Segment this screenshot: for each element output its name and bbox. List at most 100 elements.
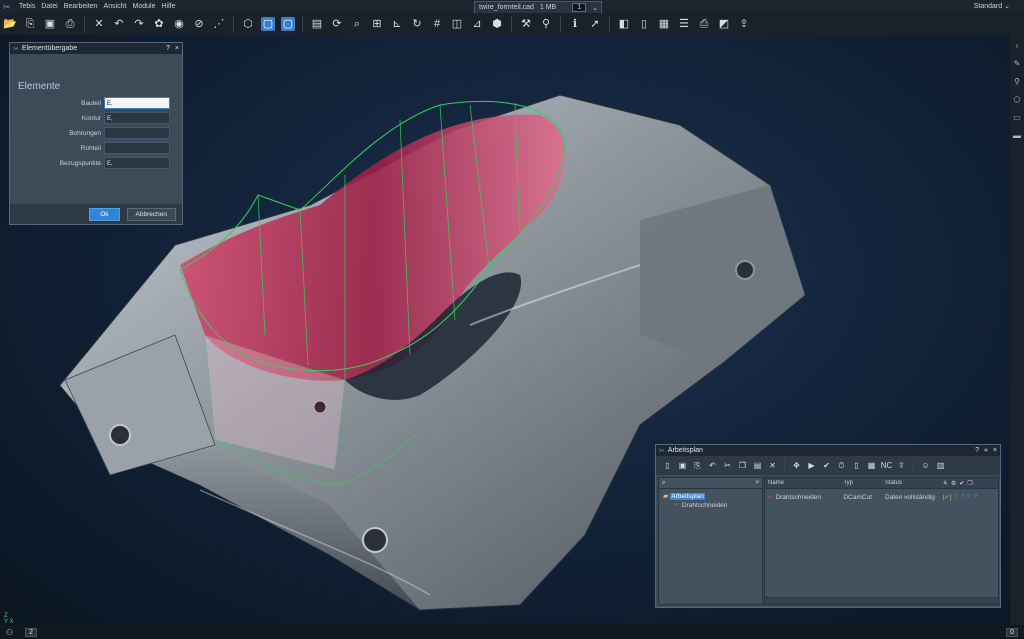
export-icon[interactable]: ⇪ xyxy=(896,460,907,471)
profile-selector[interactable]: Standard ⌄ xyxy=(974,2,1010,10)
frame-icon[interactable]: ◫ xyxy=(450,17,464,31)
tree-search[interactable]: ⌕ × xyxy=(659,478,762,489)
collapse-icon[interactable]: « xyxy=(984,447,988,454)
ok-button[interactable]: Ok xyxy=(89,207,120,221)
cancel-button[interactable]: Abbrechen xyxy=(126,207,176,221)
save-icon[interactable]: ▣ xyxy=(43,17,57,31)
help-icon[interactable]: ? xyxy=(975,447,979,454)
open-icon[interactable]: 📂 xyxy=(3,17,17,31)
print-icon[interactable]: ⎙ xyxy=(63,17,77,31)
menu-datei[interactable]: Datei xyxy=(38,3,60,10)
expand-icon[interactable]: › xyxy=(1012,41,1022,51)
move-icon[interactable]: ✥ xyxy=(791,460,802,471)
save-as-icon[interactable]: ⎘ xyxy=(23,17,37,31)
save-icon[interactable]: ▣ xyxy=(677,460,688,471)
view-front-icon[interactable]: ▢ xyxy=(281,17,295,31)
grid-icon[interactable]: # xyxy=(430,17,444,31)
axis-icon[interactable]: ⊾ xyxy=(390,17,404,31)
doc-icon[interactable]: ▯ xyxy=(637,17,651,31)
wire-cut-icon: ✂ xyxy=(768,494,774,501)
measure-icon[interactable]: ⚒ xyxy=(519,17,533,31)
info-icon[interactable]: ℹ xyxy=(568,17,582,31)
undo-icon[interactable]: ↶ xyxy=(112,17,126,31)
kontur-field[interactable]: E, xyxy=(104,112,170,124)
rotate-icon[interactable]: ↻ xyxy=(410,17,424,31)
analyze-icon[interactable]: ⚲ xyxy=(539,17,553,31)
model-icon[interactable]: ⬢ xyxy=(490,17,504,31)
tree-item-arbeitsplan[interactable]: ▰ Arbeitsplan xyxy=(663,492,762,500)
status-counter-right[interactable]: 0 xyxy=(1006,627,1018,637)
undo-icon[interactable]: ↶ xyxy=(707,460,718,471)
table-row[interactable]: ✂ Drahtschneiden DCamCut Daten vollständi… xyxy=(765,491,998,503)
monitor-icon[interactable]: ▭ xyxy=(1012,113,1022,123)
clear-search-icon[interactable]: × xyxy=(755,480,759,486)
paste-icon[interactable]: ▤ xyxy=(752,460,763,471)
group-icon[interactable]: ✿ xyxy=(152,17,166,31)
menu-hilfe[interactable]: Hilfe xyxy=(158,3,178,10)
chevron-down-icon[interactable]: ⌄ xyxy=(592,4,598,12)
pen-icon[interactable]: ✎ xyxy=(1012,59,1022,69)
help-icon[interactable]: ? xyxy=(166,45,170,52)
duplicate-icon[interactable]: ❐ xyxy=(737,460,748,471)
panel-titlebar[interactable]: ✂ Arbeitsplan ? « × xyxy=(656,445,1000,456)
print-view-icon[interactable]: ⎙ xyxy=(697,17,711,31)
menu-module[interactable]: Module xyxy=(130,3,159,10)
status-unknown: ? xyxy=(973,493,977,500)
timer-icon[interactable]: ⏱ xyxy=(836,460,847,471)
copy-icon[interactable]: ⎘ xyxy=(692,460,703,471)
close-icon[interactable]: × xyxy=(993,447,997,454)
shade-icon[interactable]: ▤ xyxy=(310,17,324,31)
rohteil-field[interactable] xyxy=(104,142,170,154)
tree-item-drahtschneiden[interactable]: ✂ Drahtschneiden xyxy=(674,501,762,510)
shape-icon[interactable]: ⬠ xyxy=(1012,95,1022,105)
select-icon[interactable]: ⋰ xyxy=(212,17,226,31)
redo-icon[interactable]: ↷ xyxy=(132,17,146,31)
column-header-status[interactable]: Status xyxy=(882,480,940,486)
export-icon[interactable]: ⇪ xyxy=(737,17,751,31)
tree-item-label: Drahtschneiden xyxy=(681,501,728,509)
refresh-icon[interactable]: ⟳ xyxy=(330,17,344,31)
report-icon[interactable]: ▦ xyxy=(866,460,877,471)
keyboard-icon[interactable]: ▬ xyxy=(1012,131,1022,141)
horizontal-scrollbar[interactable] xyxy=(765,597,998,604)
field-row-rohteil: Rohteil xyxy=(10,141,182,155)
cut-icon[interactable]: ✂ xyxy=(722,460,733,471)
pin-icon[interactable]: ⚲ xyxy=(1012,77,1022,87)
user-icon[interactable]: ⚇ xyxy=(6,628,13,637)
document-tab[interactable]: twire_formteil.cad 1 MB 1 ⌄ xyxy=(474,1,602,13)
delete-icon[interactable]: ✕ xyxy=(92,17,106,31)
dialog-titlebar[interactable]: ✂ Elementübergabe ? × xyxy=(10,43,182,54)
list-icon[interactable]: ☰ xyxy=(677,17,691,31)
page-icon[interactable]: ▦ xyxy=(657,17,671,31)
tool-icon[interactable]: ▯ xyxy=(851,460,862,471)
zoom-icon[interactable]: ⌕ xyxy=(350,17,364,31)
pointer-icon[interactable]: ➚ xyxy=(588,17,602,31)
bohrungen-field[interactable] xyxy=(104,127,170,139)
hide-icon[interactable]: ⊘ xyxy=(192,17,206,31)
nc-icon[interactable]: NC xyxy=(881,460,893,471)
fit-icon[interactable]: ⊞ xyxy=(370,17,384,31)
bezugspunkte-field[interactable]: E, xyxy=(104,157,170,169)
columns-icon[interactable]: ▥ xyxy=(935,460,946,471)
page-selector[interactable]: 1 xyxy=(572,3,587,12)
render-icon[interactable]: ◩ xyxy=(717,17,731,31)
delete-icon[interactable]: ✕ xyxy=(767,460,778,471)
menu-bearbeiten[interactable]: Bearbeiten xyxy=(61,3,101,10)
column-header-typ[interactable]: Typ xyxy=(840,480,882,486)
close-icon[interactable]: × xyxy=(175,45,179,52)
users-icon[interactable]: ☺ xyxy=(920,460,931,471)
layer-icon[interactable]: ◧ xyxy=(617,17,631,31)
visibility-icon[interactable]: ◉ xyxy=(172,17,186,31)
section-icon[interactable]: ⊿ xyxy=(470,17,484,31)
column-header-icons[interactable]: ⚘ ⚙ ✔ ❐ xyxy=(940,480,999,487)
view-top-icon[interactable]: ▢ xyxy=(261,17,275,31)
play-icon[interactable]: ▶ xyxy=(806,460,817,471)
menu-ansicht[interactable]: Ansicht xyxy=(101,3,130,10)
view-iso-icon[interactable]: ⬡ xyxy=(241,17,255,31)
column-header-name[interactable]: Name xyxy=(765,480,840,486)
menu-tebis[interactable]: Tebis xyxy=(16,3,38,10)
status-counter-left[interactable]: 2 xyxy=(25,627,38,637)
check-icon[interactable]: ✔ xyxy=(821,460,832,471)
bauteil-field[interactable]: E, xyxy=(104,97,170,109)
new-icon[interactable]: ▯ xyxy=(662,460,673,471)
